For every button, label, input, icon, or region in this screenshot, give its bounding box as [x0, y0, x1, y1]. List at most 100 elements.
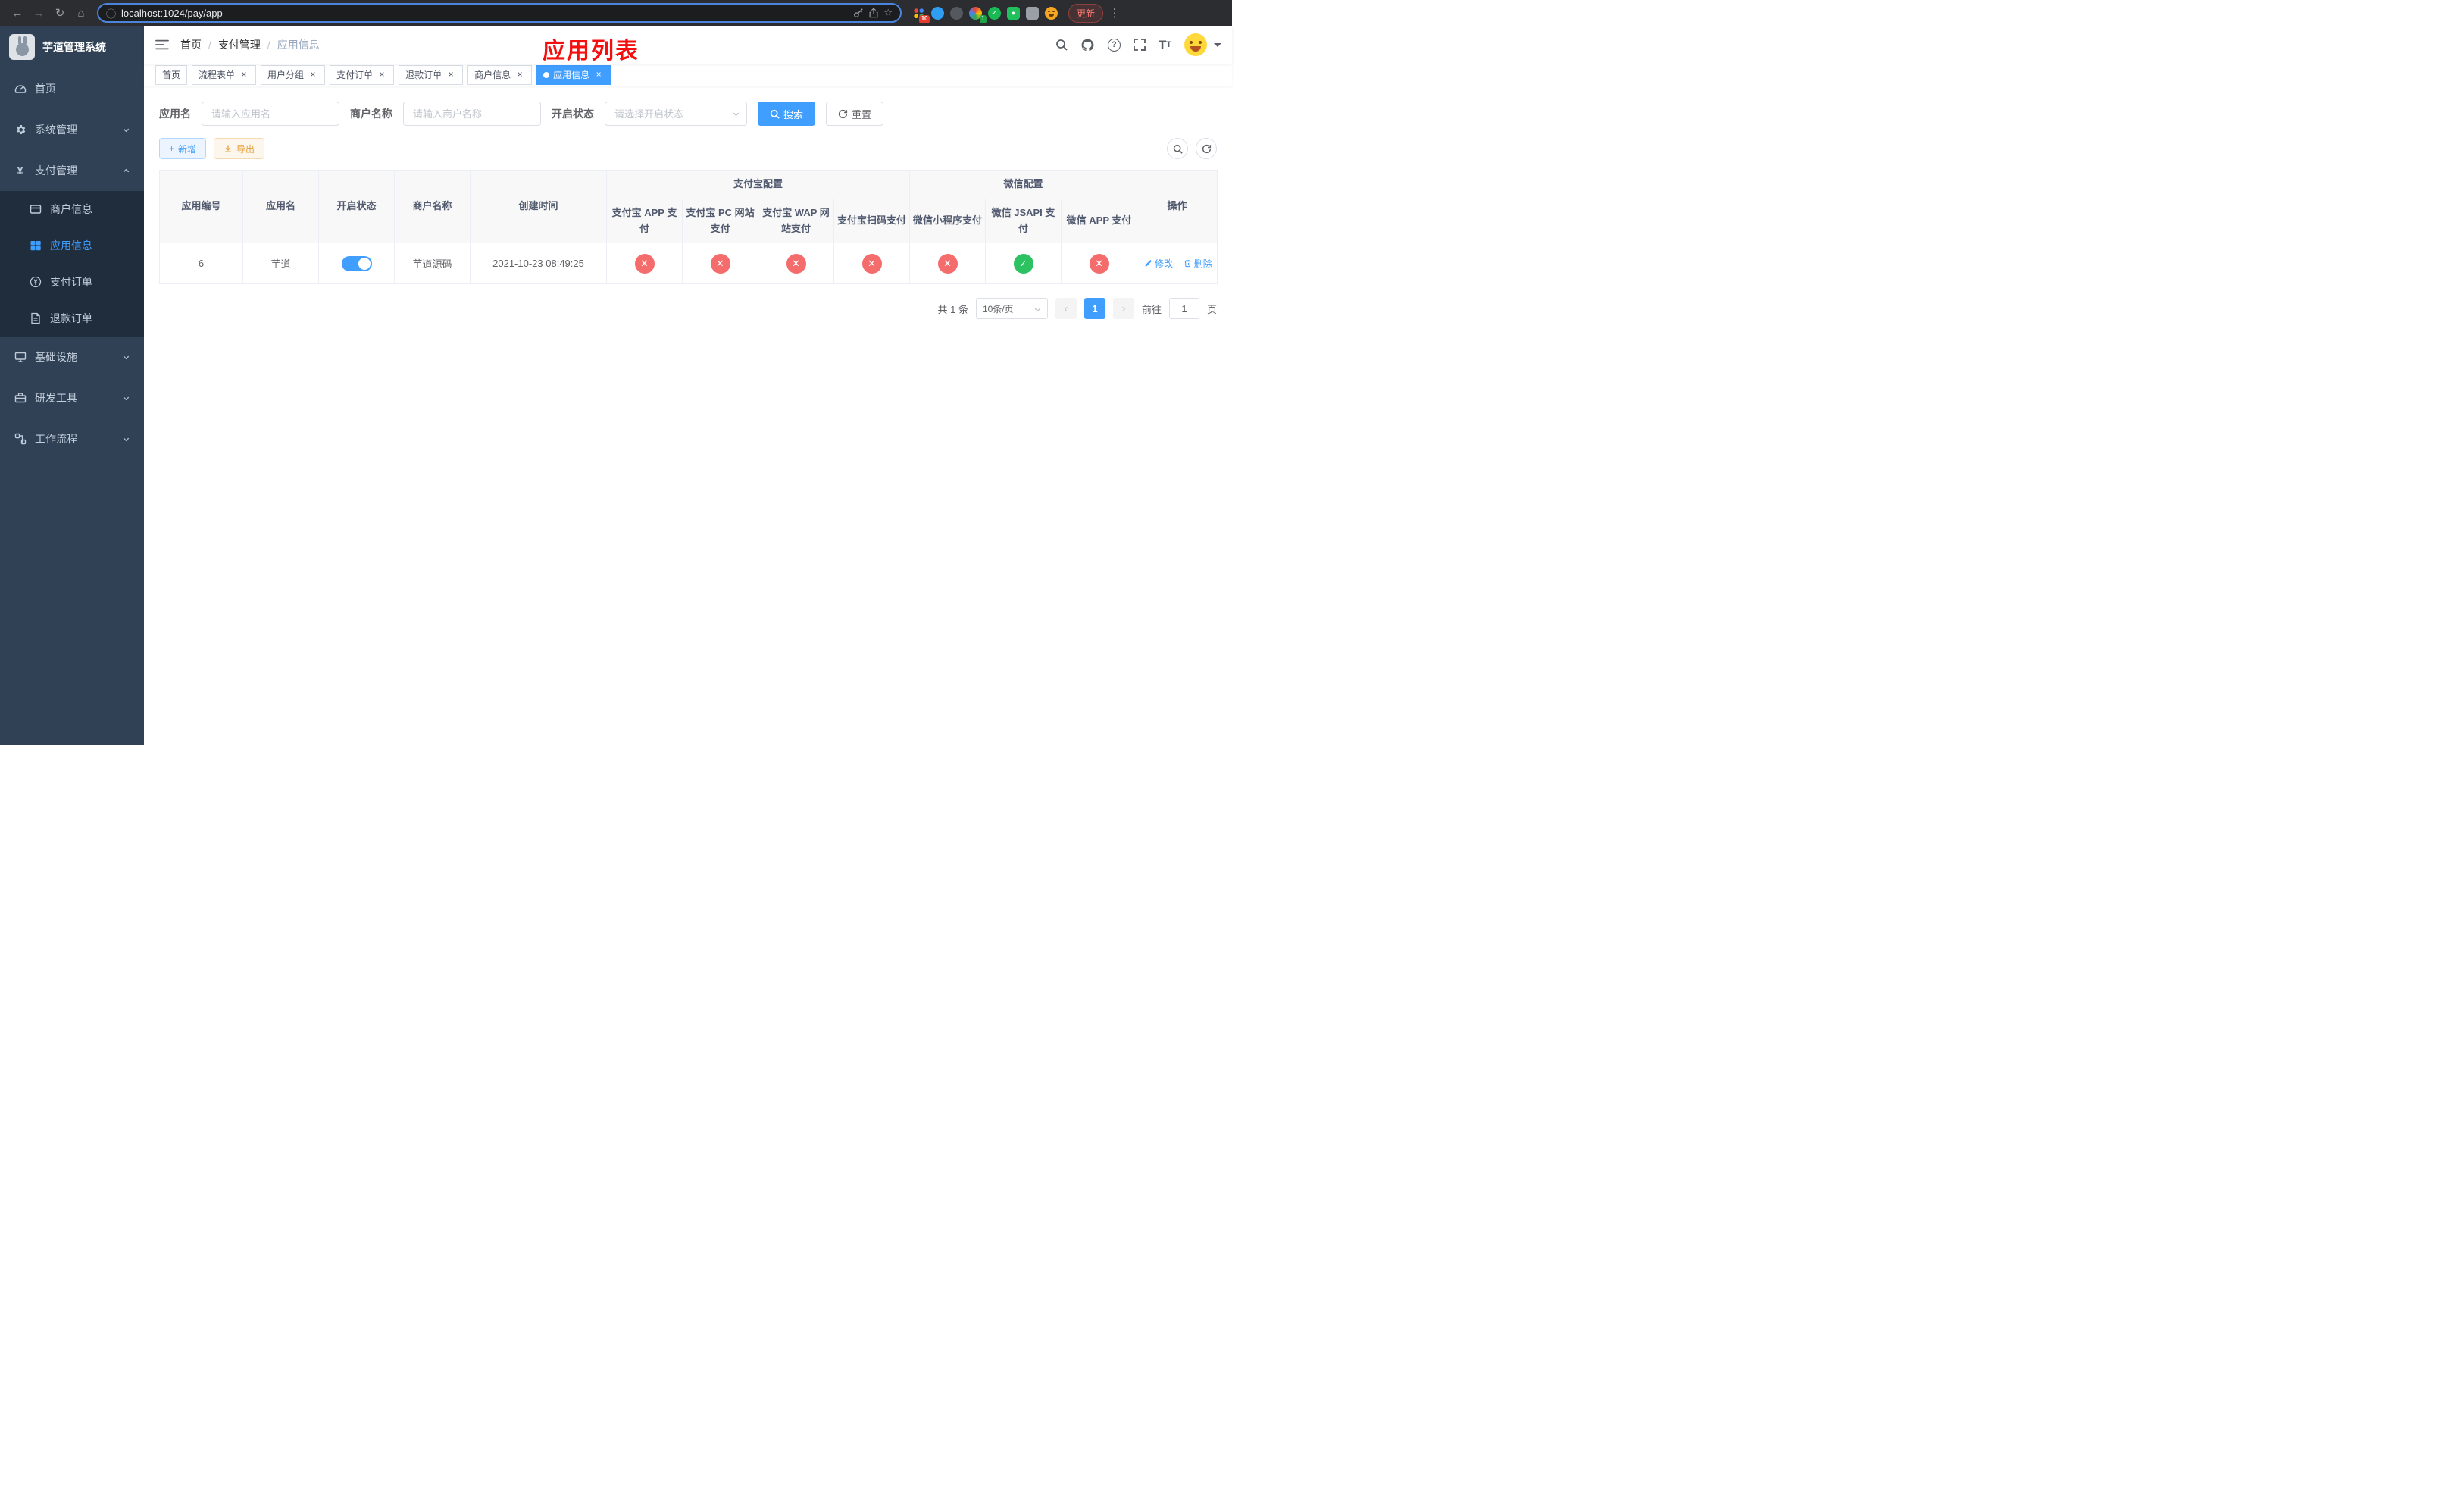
- sidebar-item-label: 研发工具: [35, 392, 77, 404]
- cell-alipay-qr: ✕: [833, 243, 911, 285]
- help-icon[interactable]: ?: [1107, 38, 1121, 52]
- tab-close-icon[interactable]: ×: [239, 70, 249, 80]
- delete-button[interactable]: 删除: [1184, 257, 1212, 270]
- font-size-icon[interactable]: TT: [1159, 39, 1171, 52]
- status-label: 开启状态: [552, 108, 594, 120]
- sidebar-logo[interactable]: 芋道管理系统: [0, 26, 144, 68]
- profile-avatar-icon[interactable]: [1045, 6, 1058, 20]
- bookmark-star-icon[interactable]: ☆: [883, 7, 893, 19]
- col-header-merchant: 商户名称: [394, 169, 471, 244]
- extension-grid-icon[interactable]: 10: [912, 6, 930, 23]
- address-bar[interactable]: ⓘ localhost:1024/pay/app ☆: [97, 3, 902, 23]
- share-icon[interactable]: [869, 8, 878, 18]
- extension-chat-icon[interactable]: ●: [1007, 6, 1020, 20]
- sidebar-item-payment[interactable]: ¥ 支付管理: [0, 150, 144, 191]
- status-select[interactable]: [605, 102, 747, 126]
- refresh-table-button[interactable]: [1196, 138, 1217, 159]
- wechat-lite-status-icon: ✕: [937, 253, 958, 274]
- tab-merchant-info[interactable]: 商户信息 ×: [467, 64, 533, 85]
- extension-dark-icon[interactable]: [950, 6, 963, 20]
- site-info-icon[interactable]: ⓘ: [106, 6, 116, 20]
- search-button[interactable]: 搜索: [758, 102, 816, 126]
- breadcrumb-separator: /: [267, 39, 270, 51]
- extension-check-icon[interactable]: ✓: [988, 6, 1001, 20]
- prev-page-button[interactable]: ‹: [1055, 298, 1077, 320]
- col-header-wechat-lite: 微信小程序支付: [909, 198, 987, 244]
- sidebar-item-label: 支付管理: [35, 164, 77, 177]
- app-name-input[interactable]: [202, 102, 339, 126]
- tab-close-icon[interactable]: ×: [377, 70, 387, 80]
- sidebar-item-label: 退款订单: [50, 312, 92, 324]
- edit-button[interactable]: 修改: [1144, 257, 1173, 270]
- sidebar-item-pay-order[interactable]: 支付订单: [0, 264, 144, 300]
- sidebar-item-home[interactable]: 首页: [0, 68, 144, 109]
- status-select-input[interactable]: [605, 102, 747, 126]
- app-table: 应用编号 应用名 开启状态 商户名称 创建时间 支付宝配置 微信配置 操作 支付…: [159, 169, 1218, 285]
- export-button[interactable]: 导出: [214, 138, 265, 159]
- user-avatar[interactable]: [1184, 33, 1207, 56]
- tab-user-group[interactable]: 用户分组 ×: [261, 64, 326, 85]
- toggle-search-button[interactable]: [1167, 138, 1188, 159]
- extension-bar: 10 1 ✓ ●: [912, 6, 1058, 23]
- merchant-name-input[interactable]: [403, 102, 541, 126]
- tab-label: 支付订单: [336, 70, 374, 80]
- extension-avatar-icon[interactable]: 1: [969, 6, 987, 23]
- monitor-icon: [14, 351, 27, 363]
- breadcrumb-payment[interactable]: 支付管理: [218, 37, 261, 52]
- page-size-select[interactable]: 10条/页: [975, 298, 1048, 320]
- col-header-name: 应用名: [242, 169, 319, 244]
- tab-close-icon[interactable]: ×: [593, 70, 604, 80]
- tab-home[interactable]: 首页: [155, 64, 188, 85]
- extensions-puzzle-icon[interactable]: [1026, 6, 1039, 20]
- navbar-actions: ? TT: [1055, 33, 1221, 56]
- back-icon[interactable]: ←: [8, 3, 27, 23]
- next-page-button[interactable]: ›: [1112, 298, 1134, 320]
- col-header-alipay-pc: 支付宝 PC 网站支付: [682, 198, 758, 244]
- tab-close-icon[interactable]: ×: [446, 70, 456, 80]
- reset-button[interactable]: 重置: [826, 102, 884, 126]
- alipay-app-status-icon: ✕: [634, 253, 655, 274]
- cell-app-id: 6: [159, 243, 243, 285]
- sidebar-item-merchant-info[interactable]: 商户信息: [0, 191, 144, 227]
- sidebar-item-system[interactable]: 系统管理: [0, 109, 144, 150]
- avatar-caret-icon[interactable]: [1214, 43, 1221, 51]
- extension-drop-icon[interactable]: [931, 6, 944, 20]
- tab-app-info[interactable]: 应用信息 ×: [536, 64, 611, 85]
- cell-alipay-wap: ✕: [758, 243, 834, 285]
- edit-button-label: 修改: [1155, 258, 1174, 270]
- status-toggle[interactable]: [341, 255, 372, 271]
- sidebar-item-app-info[interactable]: 应用信息: [0, 227, 144, 264]
- search-icon[interactable]: [1055, 39, 1068, 51]
- tab-close-icon[interactable]: ×: [308, 70, 318, 80]
- tab-pay-order[interactable]: 支付订单 ×: [330, 64, 395, 85]
- col-header-alipay-app: 支付宝 APP 支付: [606, 198, 683, 244]
- fullscreen-icon[interactable]: [1133, 39, 1146, 51]
- add-button[interactable]: + 新增: [159, 138, 207, 159]
- hamburger-icon[interactable]: [144, 26, 180, 64]
- home-icon[interactable]: ⌂: [71, 3, 91, 23]
- sidebar-item-workflow[interactable]: 工作流程: [0, 418, 144, 459]
- tab-label: 应用信息: [553, 70, 590, 80]
- sidebar-item-infrastructure[interactable]: 基础设施: [0, 337, 144, 377]
- tab-close-icon[interactable]: ×: [514, 70, 525, 80]
- goto-page-input[interactable]: [1168, 298, 1199, 320]
- reload-icon[interactable]: ↻: [50, 3, 70, 23]
- chevron-down-icon: [123, 128, 130, 132]
- sidebar-item-dev-tools[interactable]: 研发工具: [0, 377, 144, 418]
- tab-process-form[interactable]: 流程表单 ×: [192, 64, 257, 85]
- plus-icon: +: [169, 143, 175, 154]
- tags-view: 首页 流程表单 × 用户分组 × 支付订单 × 退款订单 × 商户信息 × 应用信息 ×: [144, 64, 1232, 86]
- chrome-update-button[interactable]: 更新: [1068, 3, 1104, 23]
- browser-menu-icon[interactable]: ⋮: [1105, 3, 1124, 23]
- tab-refund-order[interactable]: 退款订单 ×: [399, 64, 464, 85]
- page-1-button[interactable]: 1: [1083, 298, 1105, 320]
- forward-icon[interactable]: →: [29, 3, 48, 23]
- pay-order-icon: [29, 276, 42, 288]
- breadcrumb-home[interactable]: 首页: [180, 37, 202, 52]
- sidebar-item-label: 支付订单: [50, 276, 92, 288]
- chevron-down-icon: [123, 355, 130, 359]
- col-header-wechat-app: 微信 APP 支付: [1061, 198, 1138, 244]
- password-key-icon[interactable]: [853, 8, 864, 18]
- github-icon[interactable]: [1080, 38, 1095, 52]
- sidebar-item-refund-order[interactable]: 退款订单: [0, 300, 144, 337]
